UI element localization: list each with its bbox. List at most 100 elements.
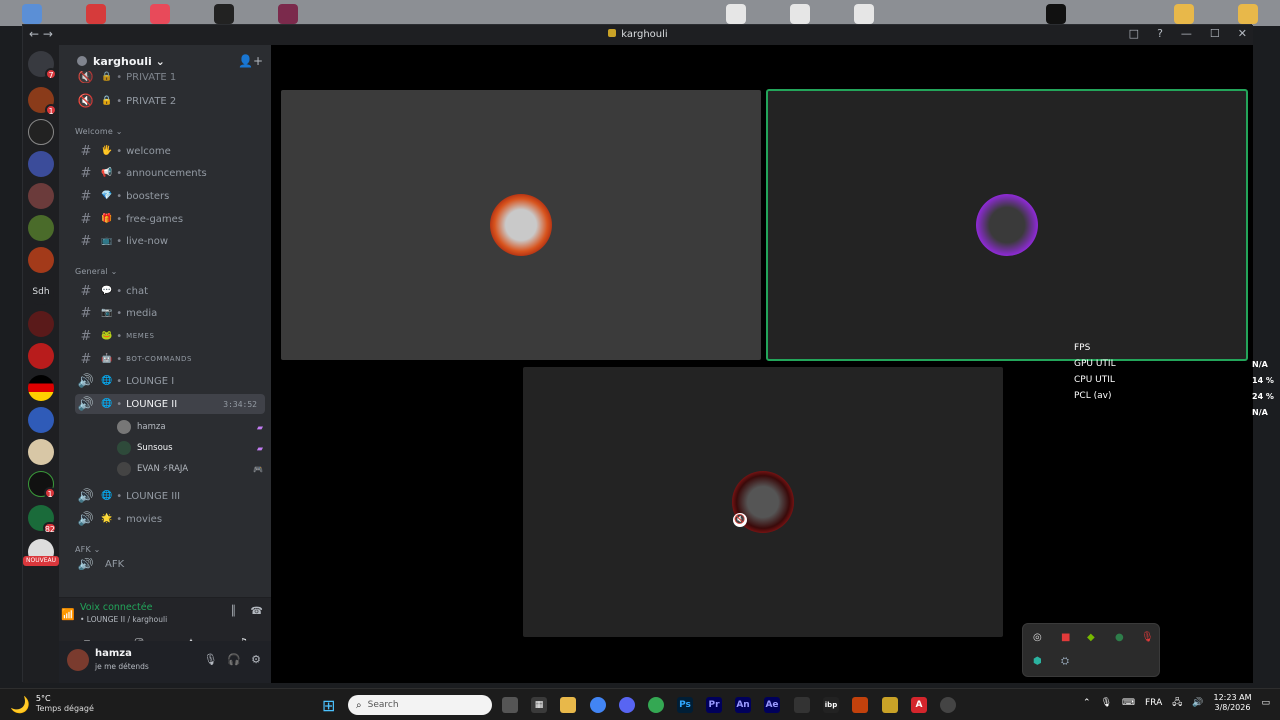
store-icon[interactable]: ▦ <box>531 697 547 713</box>
tray-app-icon[interactable]: ■ <box>1061 632 1070 643</box>
inbox-icon[interactable]: □ <box>1129 27 1139 40</box>
channel-welcome[interactable]: # 🖐 • welcome <box>75 141 265 161</box>
noise-suppression-icon[interactable]: ║ <box>231 606 237 617</box>
chevron-up-icon[interactable]: ⌃ <box>1083 698 1091 708</box>
channel-private-2[interactable]: 🔇 🔒 • PRIVATE 2 <box>75 91 265 111</box>
task-view-icon[interactable] <box>502 697 518 713</box>
server-icon[interactable]: Sdh <box>28 279 54 305</box>
server-icon[interactable]: 1 <box>28 471 56 499</box>
channel-lounge-i[interactable]: 🔊 🌐 • LOUNGE I <box>75 371 265 391</box>
signal-icon[interactable]: 📶 <box>61 608 75 621</box>
server-icon[interactable]: 1 <box>28 87 57 116</box>
server-icon[interactable] <box>28 343 54 369</box>
app-icon[interactable] <box>852 697 868 713</box>
server-icon[interactable] <box>28 375 54 401</box>
participant-tile[interactable]: 🔇 <box>523 367 1003 637</box>
acrobat-icon[interactable]: A <box>911 697 927 713</box>
category-welcome[interactable]: Welcome ⌄ <box>75 127 123 136</box>
file-explorer-icon[interactable] <box>560 697 576 713</box>
category-general[interactable]: General ⌄ <box>75 267 118 276</box>
nvidia-icon[interactable]: ◆ <box>1087 632 1095 643</box>
desktop-app-icon[interactable] <box>214 4 234 24</box>
server-icon[interactable] <box>28 183 54 209</box>
voice-user[interactable]: Sunsous ▰ <box>117 438 265 458</box>
channel-memes[interactable]: # 🐸 • MEMES <box>75 326 265 346</box>
tray-app-icon[interactable]: ● <box>1115 632 1124 643</box>
channel-live-now[interactable]: # 📺 • live-now <box>75 231 265 251</box>
desktop-app-icon[interactable] <box>278 4 298 24</box>
server-icon[interactable] <box>28 119 54 145</box>
discord-icon[interactable] <box>619 697 635 713</box>
avatar[interactable] <box>67 649 89 671</box>
minimize-button[interactable]: — <box>1181 27 1192 40</box>
server-icon[interactable]: 82 <box>28 505 57 534</box>
chrome-icon[interactable] <box>590 697 606 713</box>
headphones-icon[interactable]: 🎧 <box>227 653 241 666</box>
voice-user[interactable]: hamza ▰ <box>117 417 265 437</box>
search-input[interactable]: ⌕ Search <box>348 695 492 715</box>
help-icon[interactable]: ? <box>1157 27 1163 40</box>
keyboard-icon[interactable]: ⌨ <box>1122 698 1135 708</box>
animate-icon[interactable]: An <box>735 697 751 713</box>
notifications-icon[interactable]: ▭ <box>1261 698 1270 708</box>
server-icon[interactable] <box>28 311 54 337</box>
channel-boosters[interactable]: # 💎 • boosters <box>75 186 265 206</box>
app-icon[interactable] <box>940 697 956 713</box>
voice-status[interactable]: Voix connectée <box>80 602 152 613</box>
participant-tile[interactable] <box>281 90 761 360</box>
folder-icon[interactable] <box>1174 4 1194 24</box>
premiere-icon[interactable]: Pr <box>706 697 722 713</box>
photoshop-icon[interactable]: Ps <box>677 697 693 713</box>
channel-announcements[interactable]: # 📢 • announcements <box>75 163 265 183</box>
channel-lounge-ii[interactable]: 🔊 🌐 • LOUNGE II 3:34:52 <box>75 394 265 414</box>
channel-movies[interactable]: 🔊 🌟 • movies <box>75 509 265 529</box>
language-indicator[interactable]: FRA <box>1145 698 1162 708</box>
channel-media[interactable]: # 📷 • media <box>75 303 265 323</box>
tray-app-icon[interactable]: 🎙 <box>1141 632 1154 643</box>
steam-icon[interactable]: ⛭ <box>1061 656 1069 667</box>
chrome-icon[interactable] <box>854 4 874 24</box>
channel-private-1[interactable]: 🔇 🔒 • PRIVATE 1 <box>75 71 265 83</box>
server-icon[interactable] <box>28 407 54 433</box>
desktop-app-icon[interactable] <box>150 4 170 24</box>
microphone-icon[interactable]: 🎙 <box>1101 698 1112 708</box>
channel-afk[interactable]: 🔊 AFK <box>75 558 265 570</box>
participant-tile-speaking[interactable] <box>766 89 1248 361</box>
channel-free-games[interactable]: # 🎁 • free-games <box>75 209 265 229</box>
disconnect-icon[interactable]: ☎ <box>251 606 263 617</box>
gear-icon[interactable]: ⚙ <box>251 653 261 666</box>
server-icon[interactable] <box>28 215 54 241</box>
volume-icon[interactable]: 🔊 <box>1192 698 1203 708</box>
chrome-icon[interactable] <box>726 4 746 24</box>
tray-app-icon[interactable]: ⬢ <box>1033 656 1042 667</box>
user-name[interactable]: hamza <box>95 648 132 659</box>
voice-channel-path[interactable]: • LOUNGE II / karghouli <box>80 615 167 624</box>
channel-chat[interactable]: # 💬 • chat <box>75 281 265 301</box>
after-effects-icon[interactable]: Ae <box>764 697 780 713</box>
server-icon[interactable] <box>28 151 54 177</box>
voice-user[interactable]: EVAN ⚡RAJA 🎮 <box>117 459 265 479</box>
channel-bot-commands[interactable]: # 🤖 • BOT-COMMANDS <box>75 349 265 369</box>
folder-icon[interactable] <box>1238 4 1258 24</box>
server-icon[interactable] <box>28 439 54 465</box>
app-icon[interactable] <box>882 697 898 713</box>
clock[interactable]: 12:23 AM 3/8/2026 <box>1214 693 1252 713</box>
windows-start-icon[interactable]: ⊞ <box>322 696 335 715</box>
maximize-button[interactable]: ☐ <box>1210 27 1220 40</box>
tiktok-icon[interactable] <box>1046 4 1066 24</box>
network-icon[interactable]: 🖧 <box>1172 695 1182 711</box>
category-afk[interactable]: AFK ⌄ <box>75 545 101 554</box>
channel-lounge-iii[interactable]: 🔊 🌐 • LOUNGE III <box>75 486 265 506</box>
chrome-icon[interactable] <box>648 697 664 713</box>
desktop-app-icon[interactable] <box>86 4 106 24</box>
weather-widget[interactable]: 🌙 5°C Temps dégagé <box>10 694 94 714</box>
app-icon[interactable] <box>794 697 810 713</box>
server-icon[interactable] <box>28 247 54 273</box>
add-member-icon[interactable]: 👤+ <box>238 54 263 68</box>
discord-home-icon[interactable]: 7 <box>28 51 57 80</box>
chrome-icon[interactable] <box>790 4 810 24</box>
app-icon[interactable]: ibp <box>823 697 839 713</box>
tray-app-icon[interactable]: ◎ <box>1033 632 1042 643</box>
microphone-icon[interactable]: 🎙 <box>203 653 217 666</box>
close-button[interactable]: ✕ <box>1238 27 1247 40</box>
